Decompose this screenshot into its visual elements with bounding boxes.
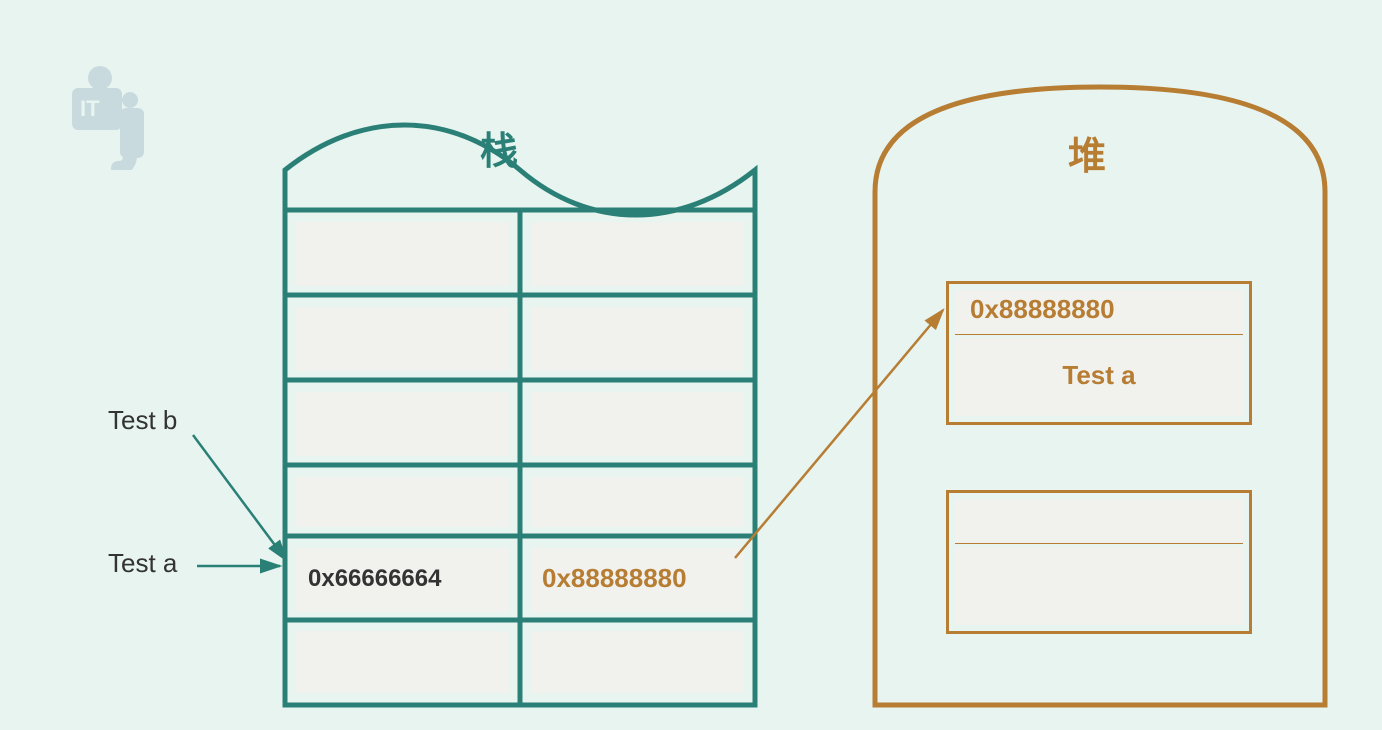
- heap-object-box-2: [946, 490, 1252, 634]
- stack-row5-right: 0x88888880: [542, 563, 687, 594]
- stack-cell: [296, 392, 509, 456]
- label-test-a: Test a: [108, 548, 177, 579]
- stack-cell: [531, 477, 744, 527]
- stack-cell: [531, 307, 744, 371]
- stack-cell: [296, 222, 509, 286]
- stack-row5-left: 0x66666664: [308, 565, 441, 593]
- heap-box1-addr: 0x88888880: [970, 294, 1230, 325]
- svg-text:IT: IT: [80, 96, 100, 121]
- heap-title: 堆: [1068, 125, 1106, 180]
- stack-cell: [531, 631, 744, 693]
- stack-cell: [296, 307, 509, 371]
- arrow-test-a: [195, 556, 290, 586]
- stack-cell: [296, 631, 509, 693]
- logo-watermark: IT: [60, 60, 160, 170]
- stack-cell: [531, 392, 744, 456]
- stack-cell: [531, 222, 744, 286]
- stack-cell: [296, 477, 509, 527]
- heap-box1-label: Test a: [946, 360, 1252, 391]
- stack-title: 栈: [480, 120, 518, 175]
- arrow-stack-to-heap: [730, 300, 960, 570]
- label-test-b: Test b: [108, 405, 177, 436]
